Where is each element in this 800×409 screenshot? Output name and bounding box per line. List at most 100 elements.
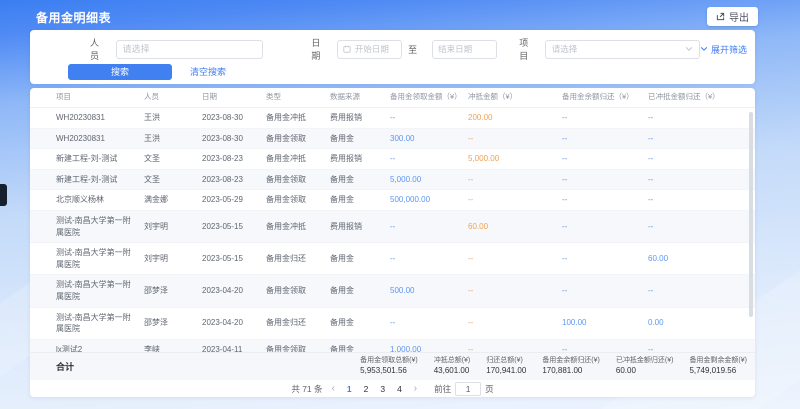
summary-item: 备用金领取总额(¥)5,953,501.56 [360,356,418,376]
project-select[interactable]: 请选择 [545,40,700,59]
page-number-4[interactable]: 4 [394,384,405,394]
date-end-input[interactable]: 结束日期 [432,40,497,59]
filter-card: 人员 日期 开始日期 至 结束日期 项目 请选择 展开筛选 搜索 清空搜 [30,30,755,84]
cell-source: 费用报销 [330,108,390,128]
cell-offset: -- [468,190,562,210]
search-button[interactable]: 搜索 [68,64,172,80]
table-row[interactable]: 新建工程-刘-测试文圣2023-08-23备用金冲抵费用报销--5,000.00… [30,149,755,170]
cell-received: 1,000.00 [390,340,468,352]
cell-source: 备用金 [330,313,390,333]
summary-item-label: 备用金领取总额(¥) [360,356,418,365]
table-row[interactable]: 新建工程-刘-测试文圣2023-08-23备用金领取备用金5,000.00---… [30,170,755,191]
cell-source: 备用金 [330,281,390,301]
pagination-total: 共 71 条 [291,383,322,395]
summary-item-value: 43,601.00 [434,366,471,377]
goto-page-input[interactable] [455,382,481,396]
summary-item-label: 已冲抵金额归还(¥) [616,356,674,365]
cell-source: 备用金 [330,170,390,190]
summary-item: 归还总额(¥)170,941.00 [486,356,526,376]
cell-date: 2023-05-15 [202,217,266,237]
cell-received: 5,000.00 [390,170,468,190]
cell-offset-return: -- [648,129,740,149]
clear-search-link[interactable]: 清空搜索 [190,65,226,78]
table-row[interactable]: WH20230831王洪2023-08-30备用金冲抵费用报销--200.00-… [30,108,755,129]
cell-project: 新建工程-刘-测试 [56,149,144,169]
summary-item-value: 60.00 [616,366,674,377]
summary-item-value: 5,749,019.56 [689,366,747,377]
cell-offset: -- [468,313,562,333]
column-header: 数据来源 [330,88,390,107]
cell-person: 刘宇明 [144,217,202,237]
cell-project: 测试-南昌大学第一附属医院 [56,275,144,306]
pagination-bar: 共 71 条 ‹ 1234 › 前往 页 [30,380,755,397]
table-scrollbar[interactable] [749,112,753,348]
project-placeholder: 请选择 [552,43,578,55]
table-row[interactable]: 测试-南昌大学第一附属医院刘宇明2023-05-15备用金冲抵费用报销--60.… [30,211,755,243]
goto-page-group: 前往 页 [434,382,494,396]
chevron-down-icon [685,46,693,52]
column-header: 人员 [144,88,202,107]
table-card: 项目人员日期类型数据来源备用金领取金额（¥）冲抵金额（¥）备用金余额归还（¥）已… [30,88,755,397]
cell-offset: -- [468,129,562,149]
cell-type: 备用金领取 [266,190,330,210]
drawer-handle[interactable] [0,184,7,206]
cell-offset: 5,000.00 [468,149,562,169]
cell-type: 备用金归还 [266,249,330,269]
cell-offset-return: -- [648,190,740,210]
chevron-down-icon [700,46,708,52]
page-title: 备用金明细表 [36,9,111,26]
prev-page-button[interactable]: ‹ [330,384,337,394]
project-label: 项目 [519,36,536,62]
cell-balance-return: -- [562,170,648,190]
cell-balance-return: -- [562,108,648,128]
cell-offset-return: -- [648,217,740,237]
cell-source: 费用报销 [330,149,390,169]
page-number-1[interactable]: 1 [344,384,355,394]
table-row[interactable]: lx测试2李峡2023-04-11备用金领取备用金1,000.00------ [30,340,755,352]
cell-offset: 60.00 [468,217,562,237]
date-start-input[interactable]: 开始日期 [337,40,402,59]
table-row[interactable]: 北京顺义杨林满金娜2023-05-29备用金领取备用金500,000.00---… [30,190,755,211]
page-number-list: 1234 [344,384,405,394]
next-page-button[interactable]: › [412,384,419,394]
summary-item: 备用金余额归还(¥)170,881.00 [542,356,600,376]
cell-offset-return: 60.00 [648,249,740,269]
cell-received: 500.00 [390,281,468,301]
cell-project: 测试-南昌大学第一附属医院 [56,243,144,274]
export-icon [716,12,725,21]
cell-project: lx测试2 [56,340,144,352]
cell-date: 2023-08-30 [202,129,266,149]
summary-item-value: 5,953,501.56 [360,366,418,377]
table-row[interactable]: 测试-南昌大学第一附属医院邵梦泽2023-04-20备用金归还备用金----10… [30,308,755,340]
column-header: 冲抵金额（¥） [468,88,562,107]
cell-received: -- [390,249,468,269]
cell-balance-return: -- [562,217,648,237]
export-button[interactable]: 导出 [707,7,758,26]
date-label: 日期 [311,36,328,62]
cell-received: -- [390,108,468,128]
date-start-placeholder: 开始日期 [355,43,389,55]
cell-person: 王洪 [144,129,202,149]
cell-person: 邵梦泽 [144,313,202,333]
cell-type: 备用金领取 [266,340,330,352]
table-row[interactable]: WH20230831王洪2023-08-30备用金领取备用金300.00----… [30,129,755,150]
page-number-3[interactable]: 3 [377,384,388,394]
cell-offset-return: -- [648,281,740,301]
page-number-2[interactable]: 2 [361,384,372,394]
table-row[interactable]: 测试-南昌大学第一附属医院邵梦泽2023-04-20备用金领取备用金500.00… [30,275,755,307]
cell-person: 文圣 [144,170,202,190]
cell-date: 2023-08-30 [202,108,266,128]
column-header: 类型 [266,88,330,107]
cell-project: 新建工程-刘-测试 [56,170,144,190]
cell-offset: -- [468,340,562,352]
table-row[interactable]: 测试-南昌大学第一附属医院刘宇明2023-05-15备用金归还备用金------… [30,243,755,275]
column-header: 备用金领取金额（¥） [390,88,468,107]
expand-filter-link[interactable]: 展开筛选 [700,43,747,56]
summary-item-label: 备用金剩余金额(¥) [689,356,747,365]
person-input[interactable] [116,40,264,59]
cell-offset: -- [468,281,562,301]
cell-offset-return: -- [648,149,740,169]
cell-date: 2023-04-20 [202,313,266,333]
scrollbar-thumb[interactable] [749,112,753,317]
cell-balance-return: -- [562,249,648,269]
